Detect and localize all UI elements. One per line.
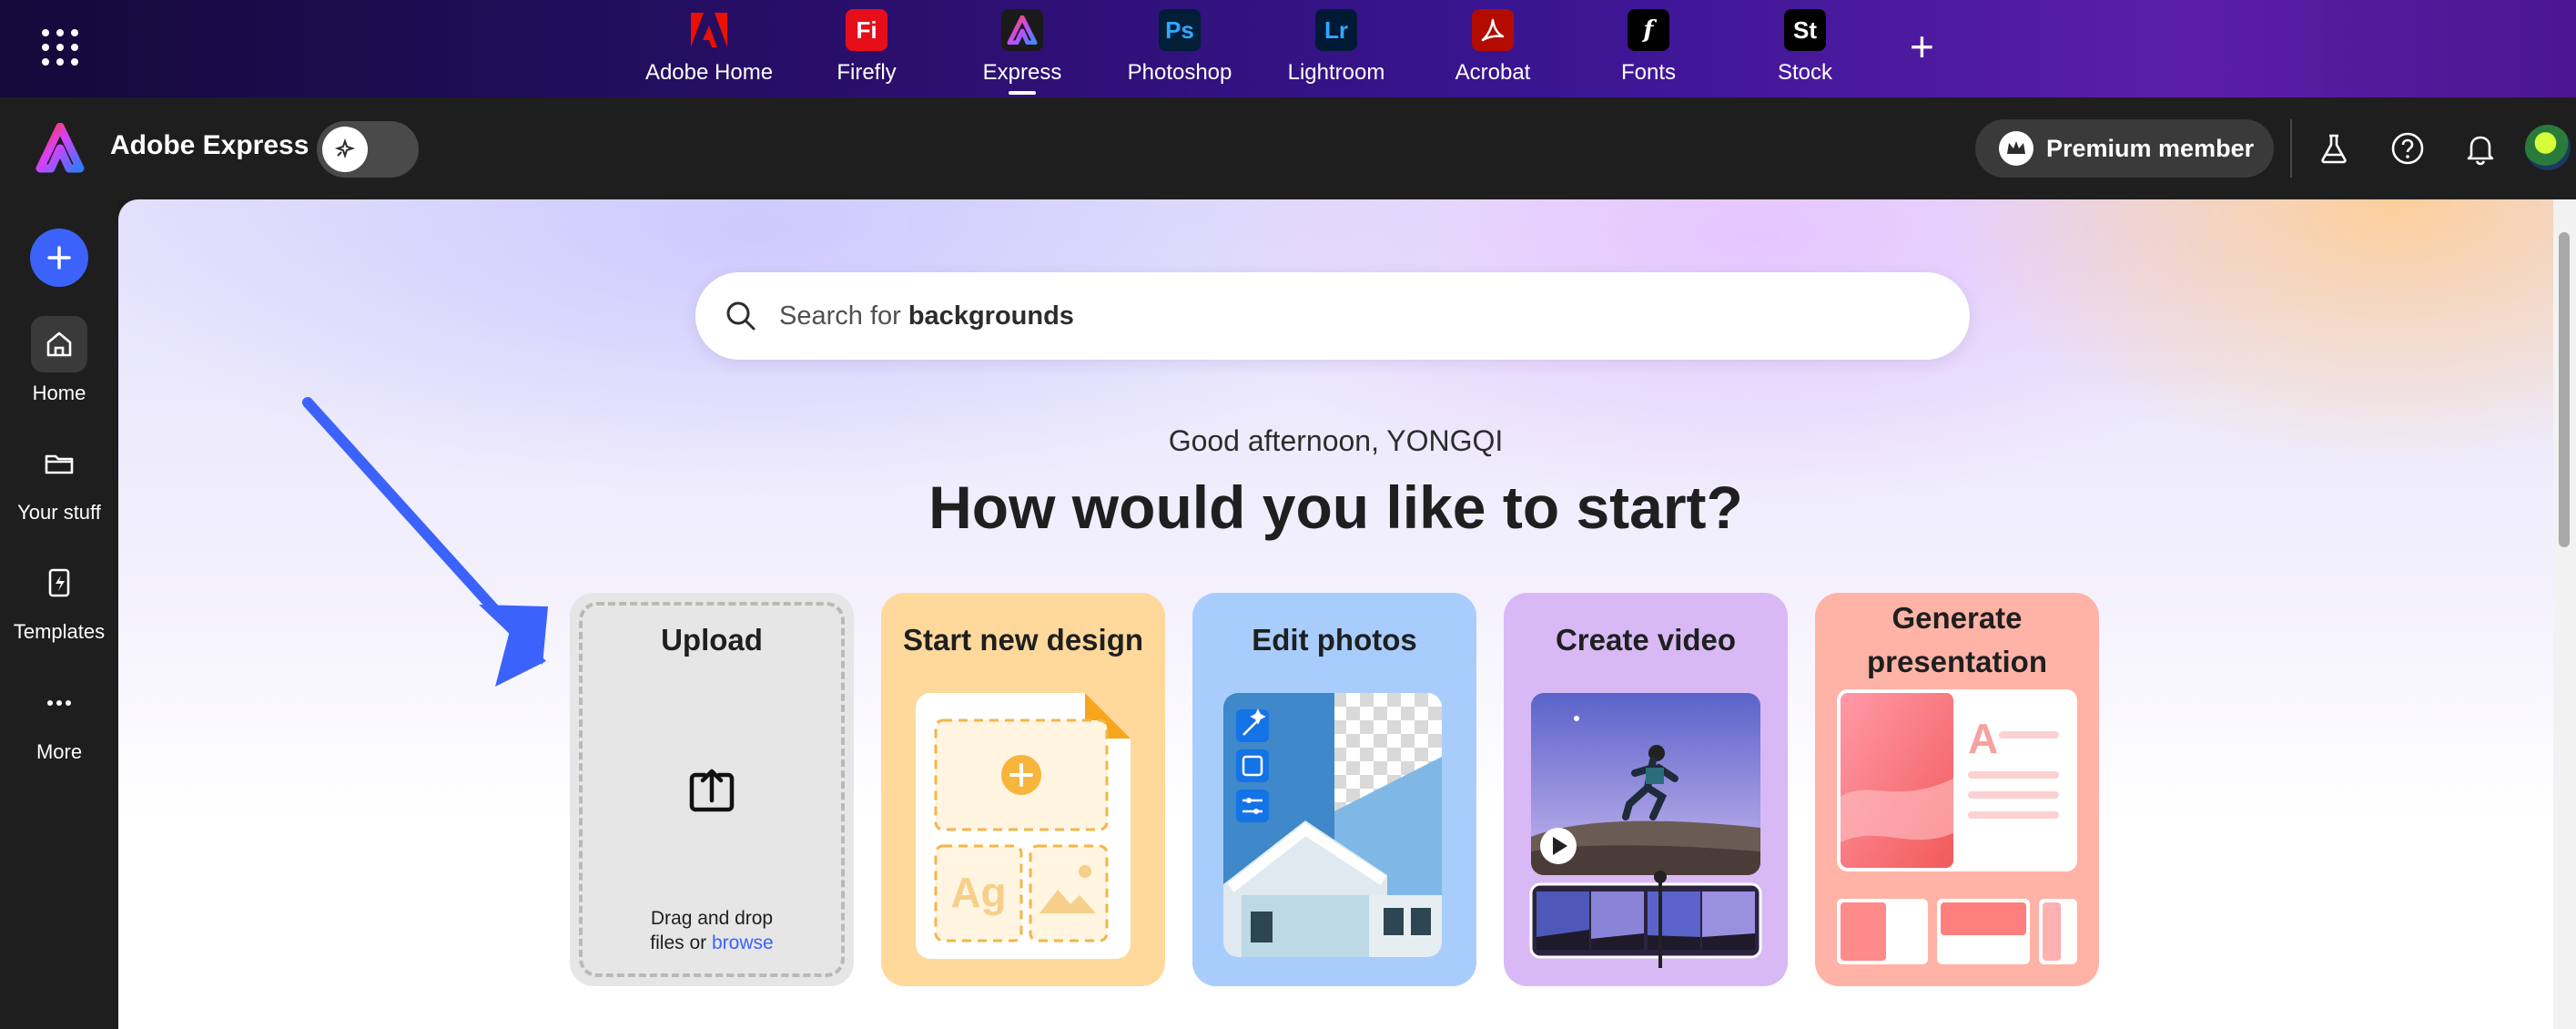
- app-photoshop[interactable]: Ps Photoshop: [1111, 9, 1248, 91]
- premium-member-button[interactable]: Premium member: [1975, 119, 2274, 178]
- plus-icon: [47, 246, 71, 270]
- app-glyph: St: [1793, 15, 1817, 44]
- left-nav-rail: Home Your stuff Templates More: [0, 199, 118, 1029]
- drop-prefix: files or: [650, 932, 712, 953]
- app-stock[interactable]: St Stock: [1737, 9, 1873, 91]
- app-grid-icon[interactable]: [42, 29, 78, 66]
- express-icon: [1001, 9, 1043, 51]
- search-placeholder-keyword: backgrounds: [908, 301, 1074, 331]
- app-label: Fonts: [1620, 60, 1677, 85]
- start-new-design-card[interactable]: Start new design Ag: [881, 593, 1165, 986]
- more-icon: [31, 675, 87, 731]
- app-express[interactable]: Express: [954, 9, 1090, 95]
- search-icon: [726, 301, 756, 331]
- edit-photos-card[interactable]: Edit photos: [1192, 593, 1476, 986]
- crown-icon: [1999, 131, 2033, 166]
- edit-photos-illustration: [1223, 693, 1442, 957]
- express-header: Adobe Express Premium member: [0, 97, 2576, 199]
- app-label: Stock: [1777, 60, 1833, 85]
- app-fonts[interactable]: f Fonts: [1580, 9, 1717, 91]
- drop-instruction-line2: files or browse: [570, 931, 854, 955]
- rail-item-your-stuff[interactable]: Your stuff: [0, 435, 118, 525]
- app-glyph: f: [1643, 16, 1654, 44]
- templates-icon: [31, 555, 87, 611]
- rail-item-templates[interactable]: Templates: [0, 555, 118, 644]
- app-switcher-bar: Adobe Home Fi Firefly Express Ps Photosh…: [0, 0, 2576, 97]
- lightroom-icon: Lr: [1315, 9, 1357, 51]
- create-plus-button[interactable]: [30, 229, 88, 287]
- home-main-panel: Search for backgrounds Good afternoon, Y…: [118, 199, 2553, 1029]
- presentation-letter-icon: A: [1968, 715, 1998, 762]
- presentation-illustration: A: [1835, 688, 2079, 970]
- fonts-icon: f: [1628, 9, 1669, 51]
- search-placeholder-prefix: Search for: [779, 301, 908, 331]
- vertical-scrollbar[interactable]: [2553, 199, 2576, 1029]
- active-indicator: [1009, 91, 1036, 95]
- header-divider: [2290, 119, 2292, 178]
- search-placeholder: Search for backgrounds: [779, 301, 1074, 331]
- notifications-bell-icon[interactable]: [2462, 130, 2499, 167]
- app-glyph: Ps: [1165, 15, 1194, 44]
- generate-presentation-card[interactable]: Generate presentation A: [1815, 593, 2099, 986]
- app-glyph: Fi: [856, 15, 877, 44]
- sparkle-icon: [322, 127, 368, 172]
- rail-item-label: Templates: [13, 620, 106, 643]
- placeholder-text-ag: Ag: [950, 869, 1006, 916]
- create-video-card[interactable]: Create video: [1504, 593, 1788, 986]
- ai-mode-toggle[interactable]: [317, 121, 419, 178]
- home-icon: [31, 316, 87, 372]
- drop-instruction: Drag and drop: [650, 908, 774, 929]
- adobe-express-logo-icon[interactable]: [35, 122, 86, 174]
- annotation-arrow: [302, 397, 548, 687]
- create-video-illustration: [1529, 691, 1762, 968]
- scrollbar-thumb[interactable]: [2559, 232, 2570, 547]
- app-label: Photoshop: [1127, 60, 1232, 85]
- app-firefly[interactable]: Fi Firefly: [798, 9, 935, 91]
- folder-icon: [31, 435, 87, 492]
- card-title: Start new design: [902, 623, 1144, 657]
- stock-icon: St: [1784, 9, 1826, 51]
- add-app-plus-icon[interactable]: +: [1910, 25, 1934, 67]
- card-title: Generate presentation: [1866, 601, 2048, 678]
- card-title: Create video: [1555, 623, 1737, 657]
- design-illustration: Ag: [916, 693, 1131, 959]
- adobe-logo-icon: [688, 9, 730, 51]
- app-acrobat[interactable]: Acrobat: [1425, 9, 1561, 91]
- rail-item-more[interactable]: More: [0, 675, 118, 764]
- firefly-icon: Fi: [846, 9, 887, 51]
- user-avatar[interactable]: [2525, 125, 2571, 170]
- app-label: Adobe Home: [644, 60, 774, 85]
- app-adobe-home[interactable]: Adobe Home: [641, 9, 777, 91]
- photoshop-icon: Ps: [1159, 9, 1201, 51]
- browse-link[interactable]: browse: [712, 932, 774, 953]
- app-label: Express: [982, 60, 1062, 85]
- rail-item-label: More: [35, 740, 83, 763]
- app-label: Acrobat: [1455, 60, 1531, 85]
- app-title: Adobe Express: [110, 130, 309, 160]
- premium-label: Premium member: [2046, 134, 2255, 162]
- labs-flask-icon[interactable]: [2316, 130, 2352, 167]
- app-label: Firefly: [837, 60, 897, 85]
- rail-item-home[interactable]: Home: [0, 316, 118, 405]
- rail-item-label: Home: [32, 382, 86, 404]
- acrobat-icon: [1472, 9, 1514, 51]
- search-bar[interactable]: Search for backgrounds: [695, 272, 1970, 360]
- app-glyph: Lr: [1324, 15, 1348, 44]
- card-title: Edit photos: [1252, 623, 1417, 657]
- rail-item-label: Your stuff: [17, 501, 101, 524]
- help-icon[interactable]: [2389, 130, 2426, 167]
- app-label: Lightroom: [1287, 60, 1385, 85]
- app-lightroom[interactable]: Lr Lightroom: [1268, 9, 1405, 91]
